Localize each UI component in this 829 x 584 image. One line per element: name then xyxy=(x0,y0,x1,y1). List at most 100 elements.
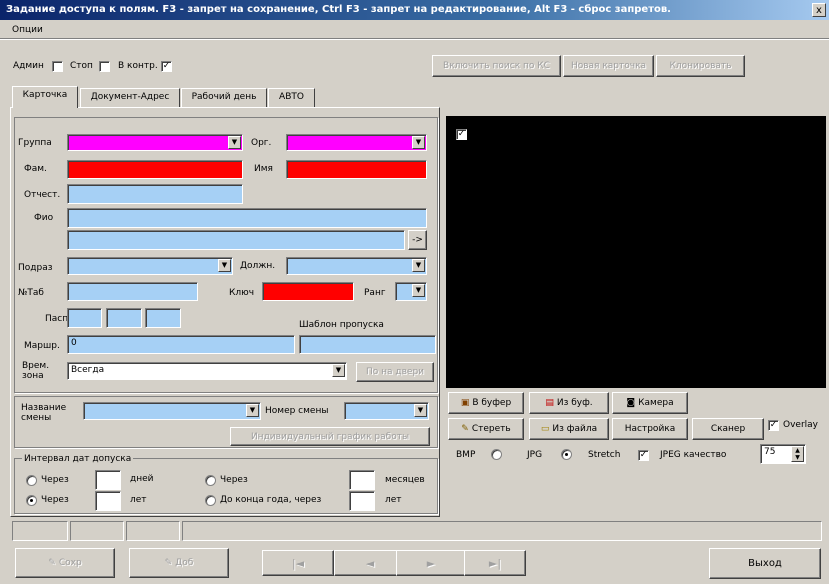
years-input[interactable] xyxy=(95,491,121,511)
tab-document-address[interactable]: Документ-Адрес xyxy=(80,88,180,107)
tab-card[interactable]: Карточка xyxy=(12,86,78,108)
days-label: дней xyxy=(130,474,154,484)
settings-button[interactable]: Настройка xyxy=(612,418,688,440)
years-label: лет xyxy=(130,495,147,505)
overlay-checkbox[interactable]: ✓ xyxy=(768,420,779,431)
from-buffer-button[interactable]: ▤ Из буф. xyxy=(529,392,609,414)
department-select[interactable]: ▼ xyxy=(67,257,233,275)
jpeg-quality-spinner[interactable]: 75 ▲ ▼ xyxy=(760,444,806,464)
name-label: Имя xyxy=(254,164,273,174)
end-of-year-input[interactable] xyxy=(349,491,375,511)
chevron-down-icon[interactable]: ▼ xyxy=(412,284,425,297)
end-of-year-label: До конца года, через xyxy=(220,495,322,505)
to-buffer-button[interactable]: ▣ В буфер xyxy=(448,392,524,414)
folder-icon: ▭ xyxy=(540,424,550,434)
days-input[interactable] xyxy=(95,470,121,490)
bmp-label: BMP xyxy=(456,450,476,460)
pass-label: Пасп xyxy=(45,314,69,324)
patronymic-input[interactable] xyxy=(67,184,243,204)
chevron-down-icon[interactable]: ▼ xyxy=(332,364,345,377)
group-select[interactable]: ▼ xyxy=(67,134,243,151)
rank-select[interactable]: ▼ xyxy=(395,282,427,301)
chevron-down-icon[interactable]: ▼ xyxy=(246,404,259,417)
fio-input[interactable] xyxy=(67,208,427,228)
tab-number-input[interactable] xyxy=(67,282,198,301)
status-cell-1 xyxy=(12,521,68,541)
enable-search-button[interactable]: Включить поиск по КС xyxy=(432,55,561,77)
interval-title: Интервал дат допуска xyxy=(22,453,134,465)
end-of-year-years-label: лет xyxy=(385,495,402,505)
brush-icon: ✎ xyxy=(461,424,469,434)
exit-button[interactable]: Выход xyxy=(709,548,821,579)
camera-view xyxy=(446,116,826,388)
pass-number-input[interactable] xyxy=(106,308,142,328)
after-months-label: Через xyxy=(220,475,248,485)
admin-checkbox[interactable] xyxy=(52,61,63,72)
stretch-label: Stretch xyxy=(588,450,621,460)
surname-label: Фам. xyxy=(24,164,47,174)
key-input[interactable] xyxy=(262,282,354,301)
shift-number-label: Номер смены xyxy=(265,406,329,416)
add-button[interactable]: ✎ Доб xyxy=(129,548,229,578)
rank-label: Ранг xyxy=(364,288,386,298)
route-input[interactable]: 0 xyxy=(67,335,295,354)
bmp-radio[interactable] xyxy=(491,449,502,460)
erase-button[interactable]: ✎ Стереть xyxy=(448,418,524,440)
control-label: В контр. xyxy=(118,61,158,71)
pass-extra-input[interactable] xyxy=(145,308,181,328)
from-file-button[interactable]: ▭ Из файла xyxy=(529,418,609,440)
time-zone-select[interactable]: Всегда ▼ xyxy=(67,362,347,380)
chevron-down-icon[interactable]: ▼ xyxy=(218,259,231,272)
after-years-radio[interactable] xyxy=(26,495,37,506)
close-button[interactable]: x xyxy=(812,3,826,17)
by-door-button[interactable]: По на двери xyxy=(356,362,434,382)
jpg-radio[interactable] xyxy=(561,449,572,460)
months-input[interactable] xyxy=(349,470,375,490)
chevron-down-icon[interactable]: ▼ xyxy=(412,136,425,149)
next-record-button[interactable]: ► xyxy=(396,550,466,576)
chevron-down-icon[interactable]: ▼ xyxy=(412,259,425,272)
after-months-radio[interactable] xyxy=(205,475,216,486)
save-icon: ✎ xyxy=(48,558,56,568)
surname-input[interactable] xyxy=(67,160,243,179)
camera-overlay-checkbox[interactable]: ✓ xyxy=(456,129,467,140)
key-label: Ключ xyxy=(229,288,255,298)
shift-number-select[interactable]: ▼ xyxy=(344,402,429,420)
first-record-button[interactable]: |◄ xyxy=(262,550,334,576)
end-of-year-radio[interactable] xyxy=(205,495,216,506)
individual-schedule-button[interactable]: Индивидуальный график работы xyxy=(230,427,430,446)
fio-arrow-button[interactable]: -> xyxy=(408,230,427,250)
shift-name-select[interactable]: ▼ xyxy=(83,402,261,420)
pass-series-input[interactable] xyxy=(67,308,102,328)
spinner-icon[interactable]: ▲ ▼ xyxy=(791,446,804,462)
new-card-button[interactable]: Новая карточка xyxy=(563,55,654,77)
tab-auto[interactable]: АВТО xyxy=(268,88,315,107)
clipboard-icon: ▣ xyxy=(460,398,470,408)
time-zone-value: Всегда xyxy=(71,365,105,375)
stretch-checkbox[interactable]: ✓ xyxy=(638,450,649,461)
fio-input-2[interactable] xyxy=(67,230,405,250)
last-record-button[interactable]: ►| xyxy=(464,550,526,576)
menu-options[interactable]: Опции xyxy=(12,24,43,36)
status-cell-4 xyxy=(182,521,822,541)
camera-button[interactable]: ◙ Камера xyxy=(612,392,688,414)
position-select[interactable]: ▼ xyxy=(286,257,427,275)
tab-work-day[interactable]: Рабочий день xyxy=(181,88,267,107)
chevron-down-icon[interactable]: ▼ xyxy=(228,136,241,149)
group-label: Группа xyxy=(18,138,52,148)
stop-label: Стоп xyxy=(70,61,93,71)
org-select[interactable]: ▼ xyxy=(286,134,427,151)
scanner-button[interactable]: Сканер xyxy=(692,418,764,440)
window-title: Задание доступа к полям. F3 - запрет на … xyxy=(0,0,829,20)
stop-checkbox[interactable] xyxy=(99,61,110,72)
name-input[interactable] xyxy=(286,160,427,179)
status-cell-2 xyxy=(70,521,124,541)
route-label: Маршр. xyxy=(24,341,60,351)
save-button[interactable]: ✎ Сохр xyxy=(15,548,115,578)
clone-button[interactable]: Клонировать xyxy=(656,55,745,77)
pass-template-input[interactable] xyxy=(299,335,436,354)
position-label: Должн. xyxy=(240,261,276,271)
chevron-down-icon[interactable]: ▼ xyxy=(414,404,427,417)
control-checkbox[interactable]: ✓ xyxy=(161,61,172,72)
after-days-radio[interactable] xyxy=(26,475,37,486)
